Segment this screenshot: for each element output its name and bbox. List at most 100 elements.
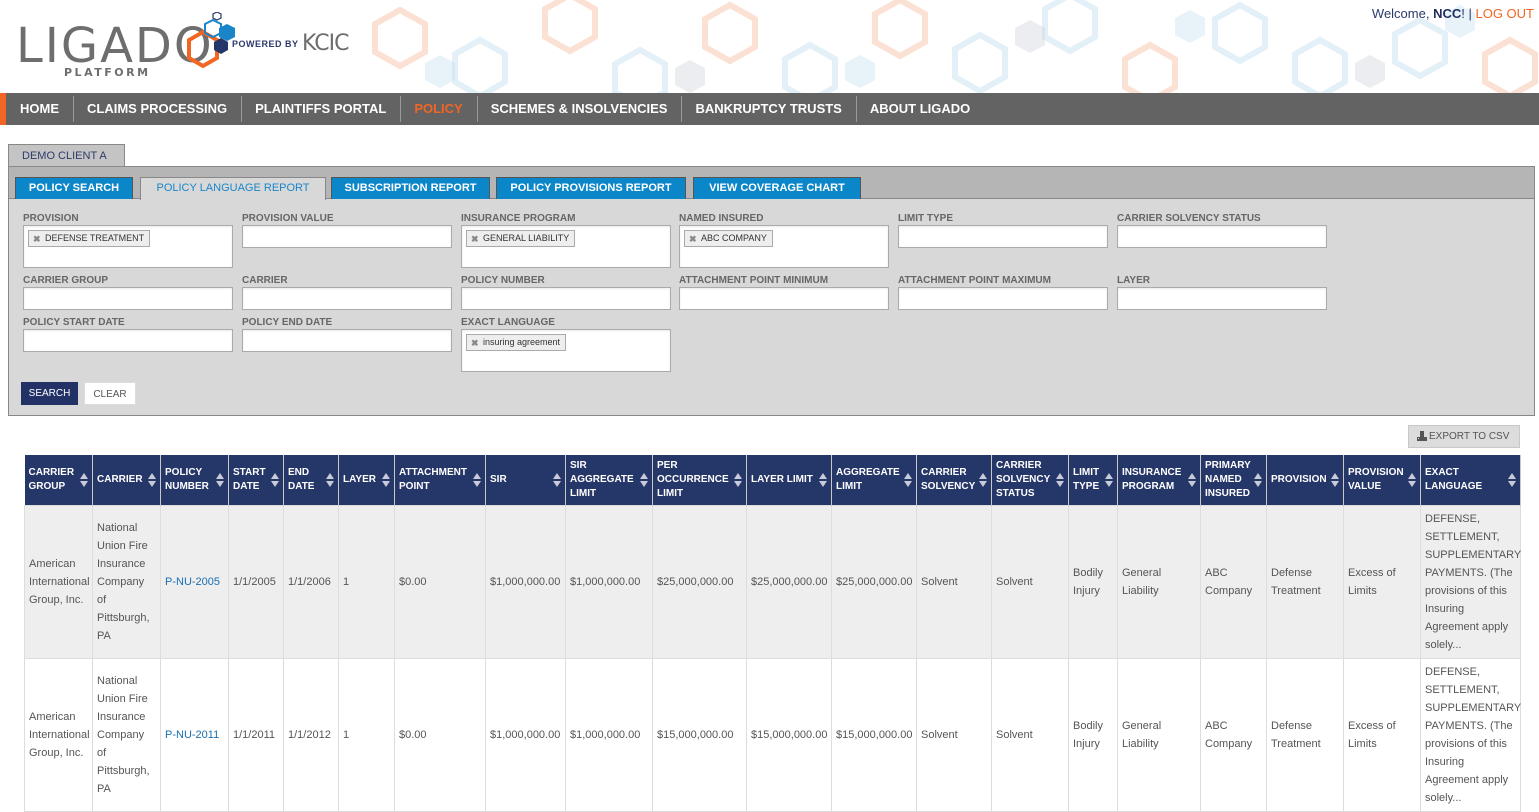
sort-icon[interactable] [904, 472, 912, 487]
policy-number-input[interactable] [461, 287, 671, 310]
sort-icon[interactable] [979, 472, 987, 487]
column-header-layer[interactable]: LAYER [338, 455, 395, 505]
sort-icon[interactable] [640, 472, 648, 487]
sort-icon[interactable] [734, 472, 742, 487]
export-to-csv-button[interactable]: EXPORT TO CSV [1408, 425, 1520, 448]
column-header-carrier[interactable]: CARRIER [92, 455, 161, 505]
insurance-program-input[interactable]: ✖ GENERAL LIABILITY [461, 225, 671, 268]
column-header-limit-type[interactable]: LIMIT TYPE [1068, 455, 1118, 505]
remove-chip-icon[interactable]: ✖ [471, 336, 479, 351]
layer-input[interactable] [1117, 287, 1327, 310]
sort-icon[interactable] [1056, 472, 1064, 487]
column-header-attachment-point[interactable]: ATTACHMENT POINT [394, 455, 486, 505]
sort-icon[interactable] [382, 472, 390, 487]
carrier-input[interactable] [242, 287, 452, 310]
provision-input[interactable]: ✖ DEFENSE TREATMENT [23, 225, 233, 268]
column-header-provision-value[interactable]: PROVISION VALUE [1343, 455, 1421, 505]
provision-chip: ✖ DEFENSE TREATMENT [28, 230, 151, 247]
limit-type-input[interactable] [898, 225, 1108, 248]
sort-icon[interactable] [1105, 472, 1113, 487]
tab-policy-provisions-report[interactable]: POLICY PROVISIONS REPORT [496, 177, 686, 199]
cell-provision: Defense Treatment [1266, 657, 1344, 812]
nav-claims-processing[interactable]: CLAIMS PROCESSING [73, 93, 241, 125]
cell-end-date: 1/1/2006 [283, 504, 339, 659]
chip-label: insuring agreement [483, 337, 561, 347]
nav-schemes-insolvencies[interactable]: SCHEMES & INSOLVENCIES [476, 93, 682, 125]
search-button[interactable]: SEARCH [21, 382, 78, 405]
cell-layer: 1 [338, 504, 395, 659]
column-header-insurance-program[interactable]: INSURANCE PROGRAM [1117, 455, 1201, 505]
tab-policy-search[interactable]: POLICY SEARCH [15, 177, 133, 199]
column-header-primary-named-insured[interactable]: PRIMARY NAMED INSURED [1200, 455, 1267, 505]
column-header-label: SIR AGGREGATE LIMIT [570, 459, 634, 499]
column-header-policy-number[interactable]: POLICY NUMBER [160, 455, 229, 505]
tab-view-coverage-chart[interactable]: VIEW COVERAGE CHART [693, 177, 861, 199]
sort-icon[interactable] [1188, 472, 1196, 487]
nav-bankruptcy-trusts[interactable]: BANKRUPTCY TRUSTS [681, 93, 855, 125]
cell-carrier: National Union Fire Insurance Company of… [92, 657, 161, 812]
tab-policy-language-report[interactable]: POLICY LANGUAGE REPORT [140, 177, 326, 200]
cell-sir: $1,000,000.00 [485, 504, 566, 659]
column-header-start-date[interactable]: START DATE [228, 455, 284, 505]
cell-provision-value: Excess of Limits [1343, 504, 1421, 659]
column-header-carrier-solvency[interactable]: CARRIER SOLVENCY [916, 455, 992, 505]
cell-layer-limit: $15,000,000.00 [746, 657, 832, 812]
sort-icon[interactable] [1408, 472, 1416, 487]
sort-icon[interactable] [819, 472, 827, 487]
ligado-logo[interactable]: LIGADO PLATFORM [16, 12, 236, 82]
carrier-group-input[interactable] [23, 287, 233, 310]
sort-icon[interactable] [216, 472, 224, 487]
column-header-sir-aggregate-limit[interactable]: SIR AGGREGATE LIMIT [565, 455, 653, 505]
column-header-label: PRIMARY NAMED INSURED [1205, 459, 1251, 499]
layer-label: LAYER [1117, 275, 1150, 286]
remove-chip-icon[interactable]: ✖ [471, 232, 479, 247]
carrier-solvency-status-input[interactable] [1117, 225, 1327, 248]
cell-provision: Defense Treatment [1266, 504, 1344, 659]
sort-icon[interactable] [326, 472, 334, 487]
sort-icon[interactable] [1331, 472, 1339, 487]
carrier-label: CARRIER [242, 275, 288, 286]
column-header-exact-language[interactable]: EXACT LANGUAGE [1420, 455, 1521, 505]
client-tab-demo-client-a[interactable]: DEMO CLIENT A [8, 144, 125, 167]
column-header-label: CARRIER SOLVENCY [921, 466, 976, 492]
column-header-end-date[interactable]: END DATE [283, 455, 339, 505]
attachment-point-minimum-input[interactable] [679, 287, 889, 310]
exact-language-input[interactable]: ✖ insuring agreement [461, 329, 671, 372]
named-insured-chip: ✖ ABC COMPANY [684, 230, 773, 247]
policy-number-link[interactable]: P-NU-2011 [165, 729, 219, 741]
sort-icon[interactable] [148, 472, 156, 487]
column-header-label: ATTACHMENT POINT [399, 466, 467, 492]
sort-icon[interactable] [473, 472, 481, 487]
cell-attachment-point: $0.00 [394, 504, 486, 659]
nav-home[interactable]: HOME [6, 93, 73, 125]
column-header-layer-limit[interactable]: LAYER LIMIT [746, 455, 832, 505]
nav-policy[interactable]: POLICY [400, 93, 476, 125]
column-header-sir[interactable]: SIR [485, 455, 566, 505]
policy-end-date-input[interactable] [242, 329, 452, 352]
nav-plaintiffs-portal[interactable]: PLAINTIFFS PORTAL [241, 93, 400, 125]
column-header-carrier-solvency-status[interactable]: CARRIER SOLVENCY STATUS [991, 455, 1069, 505]
attachment-point-maximum-input[interactable] [898, 287, 1108, 310]
remove-chip-icon[interactable]: ✖ [689, 232, 697, 247]
cell-sir: $1,000,000.00 [485, 657, 566, 812]
column-header-provision[interactable]: PROVISION [1266, 455, 1344, 505]
column-header-carrier-group[interactable]: CARRIER GROUP [24, 455, 93, 505]
sort-icon[interactable] [553, 472, 561, 487]
sort-icon[interactable] [1254, 472, 1262, 487]
main-navigation: HOME CLAIMS PROCESSING PLAINTIFFS PORTAL… [0, 93, 1539, 125]
tab-subscription-report[interactable]: SUBSCRIPTION REPORT [331, 177, 490, 199]
remove-chip-icon[interactable]: ✖ [33, 232, 41, 247]
named-insured-input[interactable]: ✖ ABC COMPANY [679, 225, 889, 268]
sort-icon[interactable] [271, 472, 279, 487]
nav-about-ligado[interactable]: ABOUT LIGADO [855, 93, 984, 125]
search-panel: POLICY SEARCH POLICY LANGUAGE REPORT SUB… [8, 166, 1535, 416]
logout-link[interactable]: LOG OUT [1475, 6, 1534, 21]
provision-value-input[interactable] [242, 225, 452, 248]
policy-start-date-input[interactable] [23, 329, 233, 352]
column-header-aggregate-limit[interactable]: AGGREGATE LIMIT [831, 455, 917, 505]
sort-icon[interactable] [1508, 472, 1516, 487]
sort-icon[interactable] [80, 472, 88, 487]
column-header-per-occurrence-limit[interactable]: PER OCCURRENCE LIMIT [652, 455, 747, 505]
clear-button[interactable]: CLEAR [84, 382, 136, 405]
policy-number-link[interactable]: P-NU-2005 [165, 576, 220, 588]
